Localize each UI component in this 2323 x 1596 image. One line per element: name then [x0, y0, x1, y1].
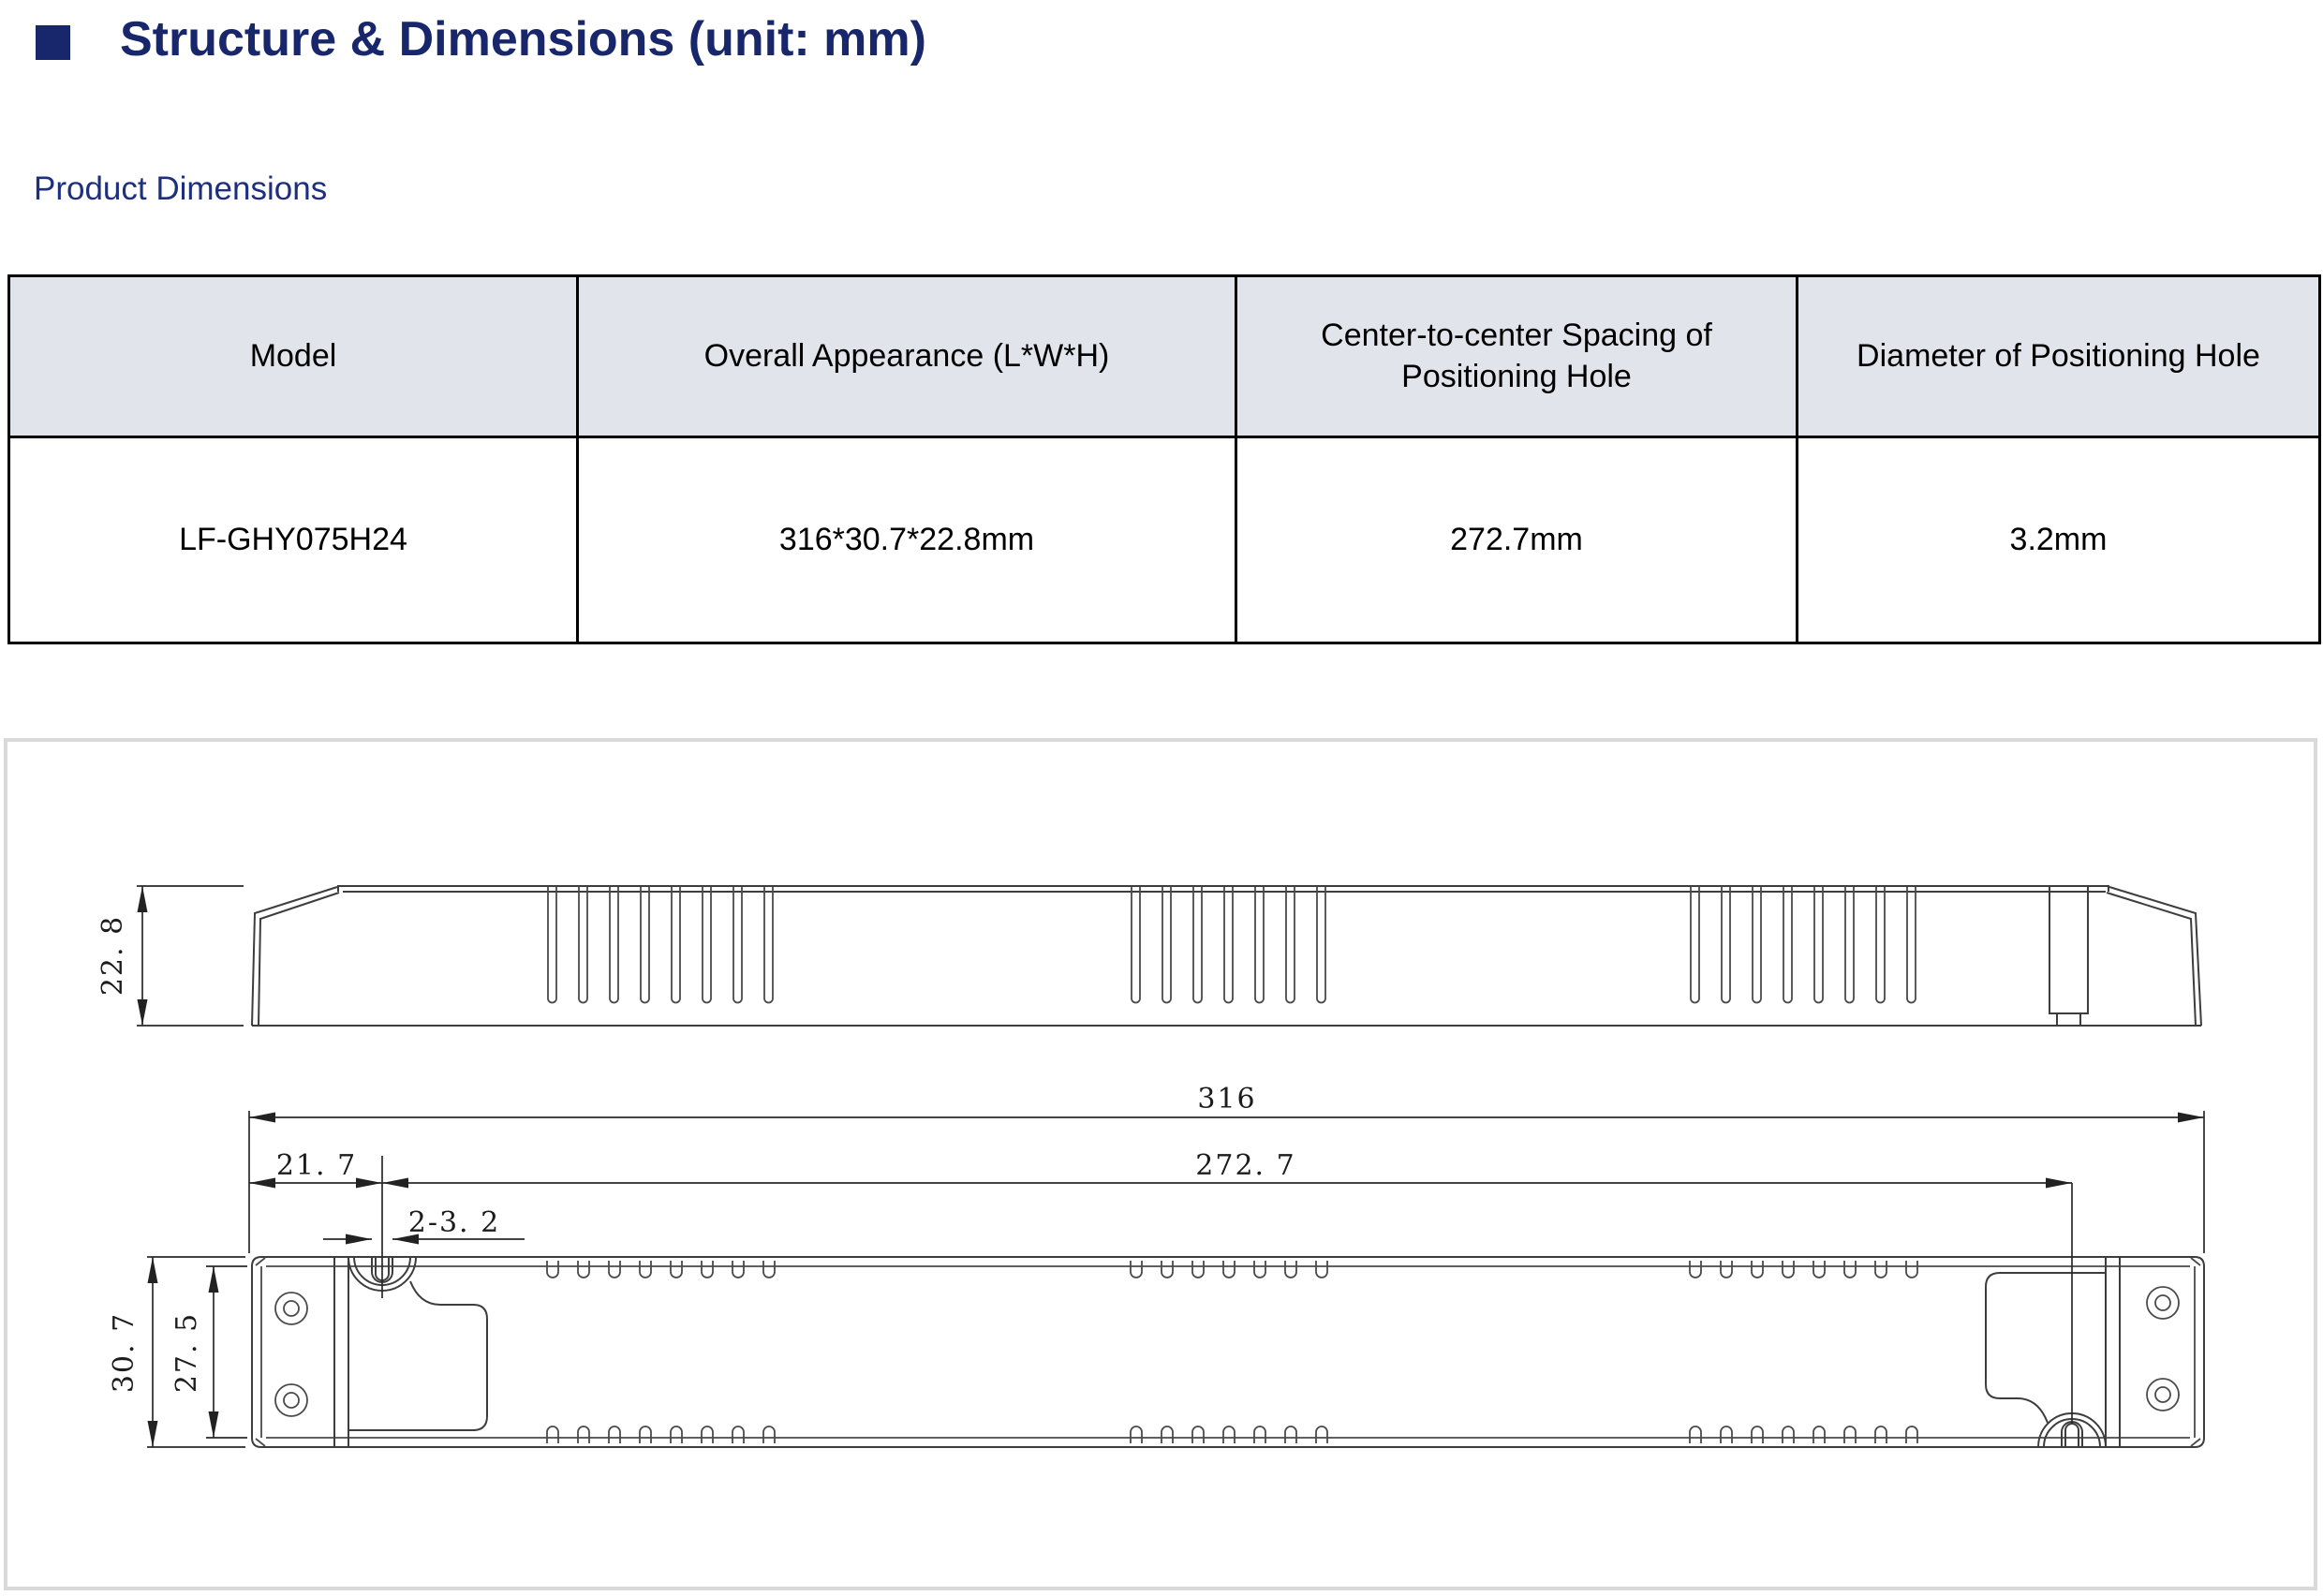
side-vent-slots-left [548, 887, 773, 1003]
technical-drawing: 22. 8 316 21. 7 272. 7 2-3. 2 30. 7 27. … [0, 0, 2323, 1596]
dim-hole-offset-label: 21. 7 [276, 1149, 357, 1182]
dim-inner-width-label: 27. 5 [170, 1312, 203, 1393]
compartment-left [348, 1281, 487, 1430]
bottom-vent-tabs [547, 1426, 1917, 1443]
screw-holes-left [275, 1293, 307, 1416]
side-view [252, 886, 2201, 1026]
top-view-outline [252, 1257, 2204, 1447]
dim-width-label: 30. 7 [108, 1312, 141, 1393]
dim-length-label: 316 [1197, 1083, 1256, 1116]
side-connector-block [2049, 887, 2088, 1026]
dim-hole-callout-label: 2-3. 2 [408, 1206, 500, 1239]
top-view [252, 1257, 2204, 1447]
dimension-annotations: 22. 8 316 21. 7 272. 7 2-3. 2 30. 7 27. … [96, 886, 2204, 1447]
dim-height-label: 22. 8 [96, 915, 129, 996]
datasheet-page: { "page": { "bg": "#ffffff", "accent_nav… [0, 0, 2323, 1596]
screw-holes-right [2147, 1287, 2179, 1411]
compartment-right [1986, 1273, 2106, 1423]
dim-hole-spacing-label: 272. 7 [1195, 1149, 1295, 1182]
top-vent-tabs [547, 1261, 1917, 1278]
side-vent-slots-right [1691, 887, 1916, 1003]
side-vent-slots-middle [1132, 887, 1325, 1003]
